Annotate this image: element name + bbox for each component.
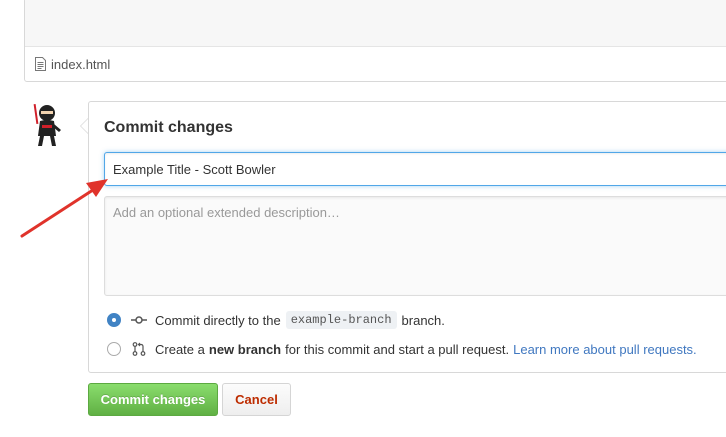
panel-title: Commit changes <box>104 119 233 136</box>
commit-changes-button[interactable]: Commit changes <box>88 383 218 416</box>
commit-direct-suffix: branch. <box>401 312 445 328</box>
commit-description-textarea[interactable] <box>104 196 726 296</box>
file-editor-box: index.html <box>24 0 726 82</box>
git-commit-icon <box>131 316 147 324</box>
cancel-button[interactable]: Cancel <box>222 383 291 416</box>
editor-area[interactable] <box>25 0 726 47</box>
git-pull-request-icon <box>132 342 146 356</box>
commit-direct-prefix: Commit directly to the <box>155 312 281 328</box>
file-name: index.html <box>51 56 111 72</box>
commit-summary-input[interactable] <box>104 152 726 186</box>
new-branch-bold: new branch <box>208 341 282 357</box>
commit-direct-radio[interactable] <box>107 313 121 327</box>
file-text-icon <box>35 57 46 71</box>
branch-name: example-branch <box>285 311 397 329</box>
commit-direct-option[interactable]: Commit directly to the example-branch br… <box>107 311 445 329</box>
commit-page: index.html Commit changes Commit directl… <box>0 0 726 437</box>
new-branch-radio[interactable] <box>107 342 121 356</box>
new-branch-prefix: Create a <box>155 341 205 357</box>
new-branch-suffix: for this commit and start a pull request… <box>285 341 510 357</box>
panel-pointer-inner <box>81 119 88 133</box>
new-branch-option[interactable]: Create a new branch for this commit and … <box>107 340 697 358</box>
file-row: index.html <box>35 55 110 73</box>
avatar <box>33 103 61 146</box>
learn-more-pull-requests-link[interactable]: Learn more about pull requests. <box>513 342 697 357</box>
